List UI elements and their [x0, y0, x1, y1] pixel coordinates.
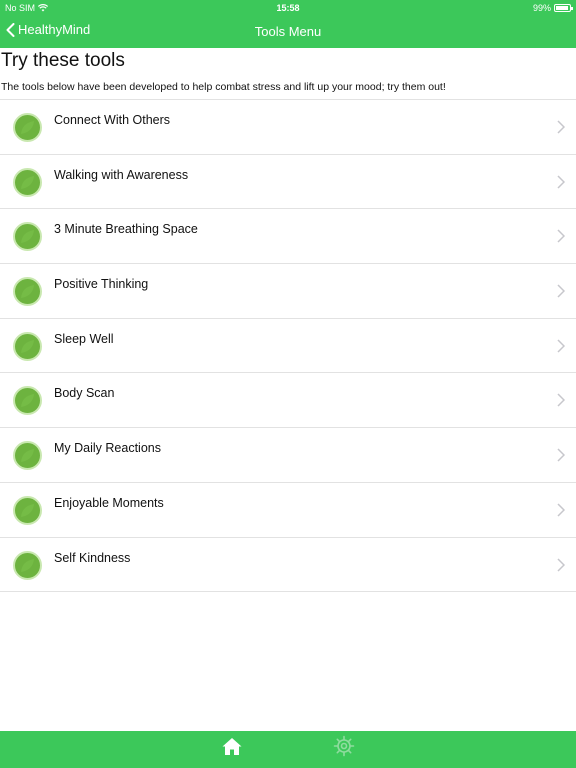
tool-item-enjoyable-moments[interactable]: Enjoyable Moments [0, 483, 576, 538]
home-icon [222, 738, 242, 755]
tool-item-3-minute-breathing-space[interactable]: 3 Minute Breathing Space [0, 209, 576, 265]
page-header: Try these tools The tools below have bee… [0, 48, 576, 93]
tool-label: Enjoyable Moments [54, 495, 164, 510]
tab-bar [0, 731, 576, 768]
chevron-right-icon [557, 339, 565, 353]
tool-item-my-daily-reactions[interactable]: My Daily Reactions [0, 428, 576, 483]
leaf-icon [13, 550, 42, 580]
leaf-icon [13, 167, 42, 197]
tool-label: Positive Thinking [54, 277, 149, 292]
tab-home[interactable] [221, 736, 243, 758]
tool-item-walking-with-awareness[interactable]: Walking with Awareness [0, 155, 576, 210]
leaf-icon [13, 222, 42, 252]
leaf-icon [13, 277, 42, 307]
leaf-icon [13, 441, 42, 471]
chevron-right-icon [557, 175, 565, 189]
tool-label: Body Scan [54, 386, 115, 401]
chevron-right-icon [557, 448, 565, 462]
chevron-right-icon [557, 120, 565, 134]
navigation-bar: HealthyMind Tools Menu [0, 16, 576, 48]
tool-label: Connect With Others [54, 113, 171, 127]
tool-item-self-kindness[interactable]: Self Kindness [0, 538, 576, 593]
tool-label: Sleep Well [54, 331, 114, 346]
battery-icon [554, 4, 573, 12]
status-bar: No SIM 15:58 99% [0, 0, 576, 16]
leaf-icon [13, 495, 42, 525]
tool-item-sleep-well[interactable]: Sleep Well [0, 319, 576, 374]
leaf-icon [13, 331, 42, 361]
chevron-right-icon [557, 284, 565, 298]
tool-label: Self Kindness [54, 550, 131, 565]
page-title: Try these tools [1, 50, 125, 71]
tool-item-connect-with-others[interactable]: Connect With Others [0, 100, 576, 155]
page-subtitle: The tools below have been developed to h… [1, 81, 446, 93]
tool-label: Walking with Awareness [54, 167, 189, 182]
nav-title: Tools Menu [254, 24, 322, 39]
chevron-right-icon [557, 229, 565, 243]
battery-percent: 99% [532, 3, 551, 13]
chevron-right-icon [557, 393, 565, 407]
leaf-icon [13, 386, 42, 416]
tab-settings[interactable] [333, 735, 355, 757]
tool-item-body-scan[interactable]: Body Scan [0, 373, 576, 429]
tool-label: My Daily Reactions [54, 441, 161, 456]
leaf-icon [13, 113, 42, 142]
status-time: 15:58 [276, 3, 300, 13]
gear-icon [333, 735, 355, 757]
chevron-right-icon [557, 557, 565, 572]
battery-info: 99% [532, 3, 573, 13]
tool-list: Connect With Others Walking with Awarene… [0, 99, 576, 593]
tool-item-positive-thinking[interactable]: Positive Thinking [0, 264, 576, 319]
tool-label: 3 Minute Breathing Space [54, 222, 198, 237]
chevron-right-icon [557, 503, 565, 517]
